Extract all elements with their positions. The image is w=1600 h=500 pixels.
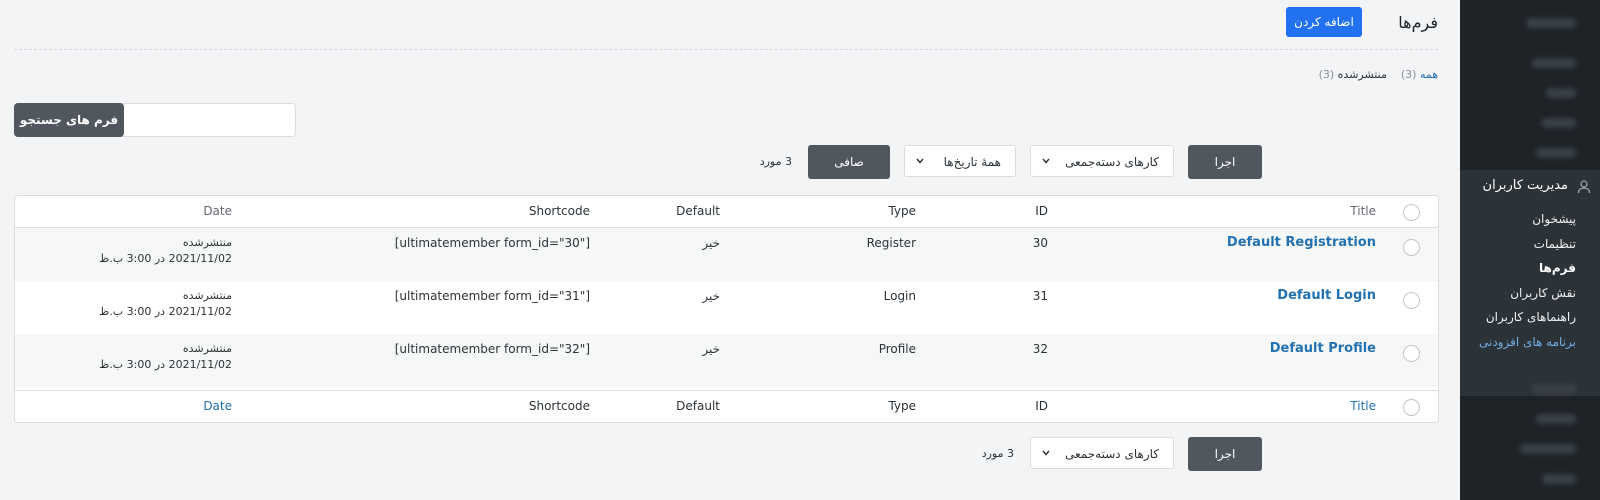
form-type: Profile [878, 342, 916, 356]
column-date[interactable]: Date [203, 204, 232, 218]
search-button[interactable]: فرم های جستجو [14, 103, 124, 137]
submenu-dashboard[interactable]: پیشخوان [1532, 212, 1576, 226]
table-row: Default Login 31 Login خیر [ultimatememb… [15, 281, 1438, 334]
date-text: 2021/11/02 در 3:00 ب.ظ [99, 252, 232, 265]
items-count-top: 3 مورد [759, 155, 792, 168]
sidebar-item-blurred[interactable] [1546, 88, 1576, 98]
table-header: Title ID Type Default Shortcode Date [15, 196, 1438, 228]
view-all-count: (3) [1400, 68, 1417, 81]
sidebar-item-blurred[interactable] [1536, 414, 1576, 424]
forms-table: Title ID Type Default Shortcode Date Def… [14, 195, 1439, 423]
status-views: همه (3) منتشرشده (3) [1319, 68, 1438, 81]
row-checkbox[interactable] [1403, 345, 1420, 362]
filter-button[interactable]: صافی [808, 145, 890, 179]
status-text: منتشرشده [182, 342, 232, 355]
select-all-checkbox-footer[interactable] [1403, 399, 1420, 416]
form-date: منتشرشده 2021/11/02 در 3:00 ب.ظ [99, 235, 232, 267]
date-filter-label: همهٔ تاریخ‌ها [943, 155, 1001, 169]
sidebar-item-blurred[interactable] [1542, 118, 1576, 128]
sidebar-item-blurred[interactable] [1536, 148, 1576, 158]
table-row: Default Profile 32 Profile خیر [ultimate… [15, 334, 1438, 387]
form-default: خیر [702, 289, 720, 303]
form-title-link[interactable]: Default Login [1277, 288, 1376, 303]
column-default-footer[interactable]: Default [676, 399, 720, 413]
apply-button-top[interactable]: اجرا [1188, 145, 1262, 179]
form-shortcode: [ultimatemember form_id="31"] [394, 289, 590, 303]
form-date: منتشرشده 2021/11/02 در 3:00 ب.ظ [99, 341, 232, 373]
date-text: 2021/11/02 در 3:00 ب.ظ [99, 305, 232, 318]
sidebar-item-blurred[interactable] [1526, 18, 1576, 28]
admin-sidebar: مدیریت کاربران پیشخوان تنظیمات فرم‌ها نق… [1460, 0, 1600, 500]
column-date-footer[interactable]: Date [203, 399, 232, 413]
apply-button-bottom[interactable]: اجرا [1188, 437, 1262, 471]
column-id[interactable]: ID [1035, 204, 1048, 218]
form-title-link[interactable]: Default Registration [1227, 235, 1376, 250]
sidebar-item-blurred[interactable] [1532, 384, 1576, 394]
status-text: منتشرشده [182, 289, 232, 302]
column-type[interactable]: Type [888, 204, 916, 218]
form-shortcode: [ultimatemember form_id="32"] [394, 342, 590, 356]
form-id: 32 [1032, 342, 1048, 356]
column-default[interactable]: Default [676, 204, 720, 218]
chevron-down-icon [916, 158, 924, 164]
sidebar-item-user-management[interactable]: مدیریت کاربران [1460, 170, 1600, 204]
bulk-actions-select-bottom[interactable]: کارهای دسته‌جمعی [1030, 437, 1174, 469]
page-title: فرم‌ها [1398, 13, 1438, 32]
submenu-member-directories[interactable]: راهنماهای کاربران [1486, 310, 1576, 324]
form-id: 30 [1032, 236, 1048, 250]
bulk-actions-select-top[interactable]: کارهای دسته‌جمعی [1030, 145, 1174, 177]
items-count-bottom: 3 مورد [981, 447, 1014, 460]
form-date: منتشرشده 2021/11/02 در 3:00 ب.ظ [99, 288, 232, 320]
submenu-forms[interactable]: فرم‌ها [1539, 261, 1576, 275]
bulk-actions-label: کارهای دسته‌جمعی [1065, 155, 1159, 169]
form-title-link[interactable]: Default Profile [1270, 341, 1376, 356]
view-published-count: (3) [1318, 68, 1335, 81]
column-title-footer[interactable]: Title [1350, 399, 1376, 413]
form-default: خیر [702, 342, 720, 356]
form-shortcode: [ultimatemember form_id="30"] [394, 236, 590, 250]
sidebar-item-blurred[interactable] [1532, 58, 1576, 68]
divider [14, 49, 1438, 50]
date-filter-select[interactable]: همهٔ تاریخ‌ها [904, 145, 1016, 177]
row-checkbox[interactable] [1403, 292, 1420, 309]
sidebar-submenu: پیشخوان تنظیمات فرم‌ها نقش کاربران راهنم… [1460, 204, 1600, 396]
sidebar-item-blurred[interactable] [1520, 444, 1576, 454]
add-new-button[interactable]: اضافه کردن [1286, 7, 1362, 37]
form-default: خیر [702, 236, 720, 250]
submenu-settings[interactable]: تنظیمات [1534, 237, 1576, 251]
table-footer: Title ID Type Default Shortcode Date [15, 390, 1438, 423]
user-icon [1577, 180, 1591, 194]
view-published-link[interactable]: منتشرشده [1338, 68, 1387, 81]
status-text: منتشرشده [182, 236, 232, 249]
row-checkbox[interactable] [1403, 239, 1420, 256]
submenu-extensions[interactable]: برنامه های افزودنی [1479, 335, 1576, 349]
main-content: فرم‌ها اضافه کردن همه (3) منتشرشده (3) ف… [0, 0, 1460, 500]
view-all-link[interactable]: همه [1420, 68, 1438, 81]
form-type: Register [866, 236, 916, 250]
submenu-user-roles[interactable]: نقش کاربران [1510, 286, 1576, 300]
column-shortcode-footer[interactable]: Shortcode [529, 399, 590, 413]
table-row: Default Registration 30 Register خیر [ul… [15, 228, 1438, 281]
form-id: 31 [1032, 289, 1048, 303]
column-type-footer[interactable]: Type [888, 399, 916, 413]
bulk-actions-label: کارهای دسته‌جمعی [1065, 447, 1159, 461]
sidebar-item-label: مدیریت کاربران [1482, 178, 1568, 193]
select-all-checkbox[interactable] [1403, 204, 1420, 221]
form-type: Login [883, 289, 916, 303]
chevron-down-icon [1042, 158, 1050, 164]
column-title[interactable]: Title [1350, 204, 1376, 218]
column-shortcode[interactable]: Shortcode [529, 204, 590, 218]
date-text: 2021/11/02 در 3:00 ب.ظ [99, 358, 232, 371]
column-id-footer[interactable]: ID [1035, 399, 1048, 413]
chevron-down-icon [1042, 450, 1050, 456]
sidebar-item-blurred[interactable] [1542, 474, 1576, 484]
